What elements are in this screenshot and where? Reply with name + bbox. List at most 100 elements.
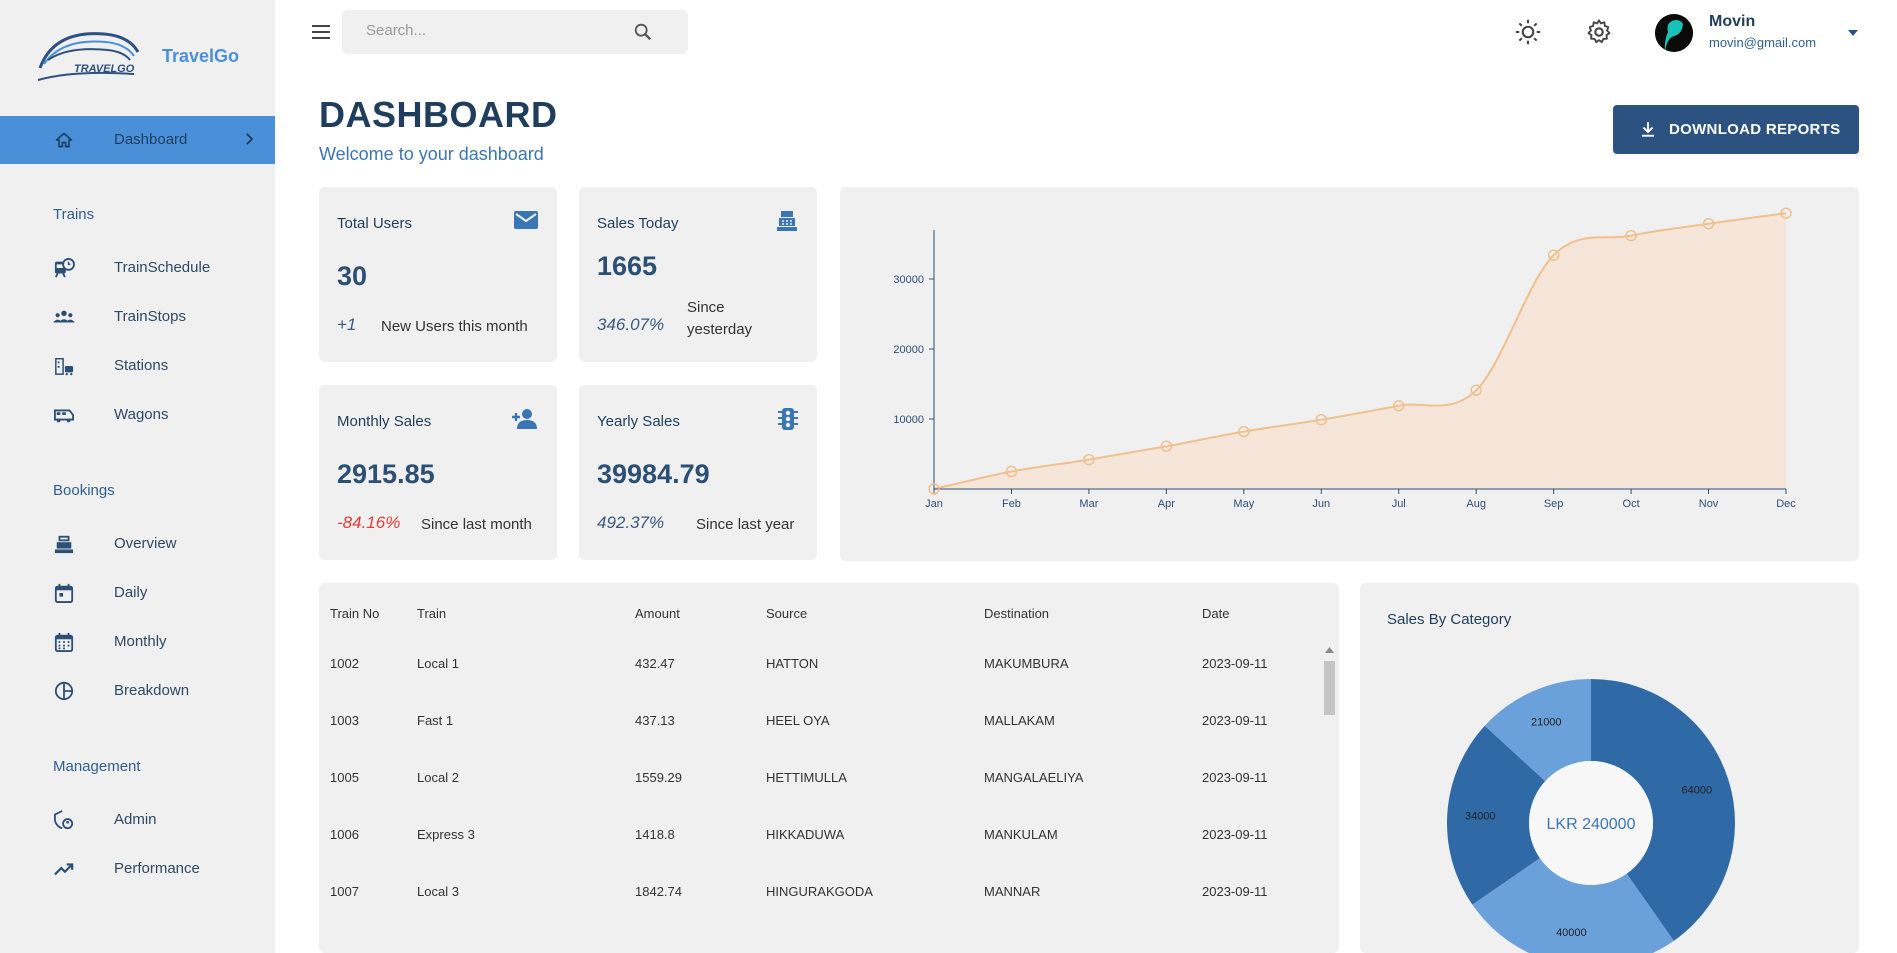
stat-delta: 346.07% bbox=[597, 315, 665, 334]
x-tick-label: Sep bbox=[1544, 498, 1564, 510]
pie-slice-label: 40000 bbox=[1556, 927, 1587, 939]
search-input[interactable] bbox=[366, 22, 626, 39]
person-add-icon bbox=[512, 409, 537, 429]
sidebar-item-label: Dashboard bbox=[114, 131, 188, 148]
x-tick-label: Oct bbox=[1623, 498, 1640, 510]
table-cell: MANKULAM bbox=[984, 827, 1058, 842]
stat-note: Since last month bbox=[421, 516, 532, 533]
table-cell: Local 3 bbox=[417, 884, 459, 899]
table-cell: HETTIMULLA bbox=[766, 770, 847, 785]
sidebar-item-admin[interactable]: Admin bbox=[0, 800, 275, 840]
menu-icon[interactable] bbox=[310, 22, 332, 42]
stat-note: Since yesterday bbox=[687, 299, 753, 338]
train-clock-icon bbox=[54, 258, 75, 278]
sidebar-item-monthly[interactable]: Monthly bbox=[0, 622, 275, 662]
table-cell: 2023-09-11 bbox=[1202, 713, 1268, 728]
stat-value: 30 bbox=[337, 261, 368, 291]
sidebar-item-label: Breakdown bbox=[114, 682, 190, 699]
bookings-table: Train No Train Amount Source Destination Date… bbox=[319, 583, 1339, 953]
x-tick-label: Jan bbox=[925, 498, 943, 510]
avatar-image bbox=[1655, 14, 1693, 52]
sidebar-item-stations[interactable]: Stations bbox=[0, 346, 275, 386]
sidebar-item-breakdown[interactable]: Breakdown bbox=[0, 671, 275, 711]
table-cell: 2023-09-11 bbox=[1202, 827, 1268, 842]
table-cell: MALLAKAM bbox=[984, 713, 1055, 728]
table-cell: 1842.74 bbox=[635, 884, 682, 899]
section-bookings: Bookings bbox=[53, 482, 115, 499]
table-cell: 2023-09-11 bbox=[1202, 884, 1268, 899]
stat-title: Monthly Sales bbox=[337, 413, 432, 430]
column-header[interactable]: Amount bbox=[635, 606, 680, 621]
x-tick-label: Feb bbox=[1002, 498, 1021, 510]
pie-chart-svg: 64000 40000 34000 21000 LKR 240000 bbox=[1447, 679, 1735, 953]
table-row[interactable]: 1007 Local 3 1842.74 HINGURAKGODA MANNAR 2023… bbox=[319, 884, 1319, 904]
column-header[interactable]: Train bbox=[417, 606, 446, 621]
bus-icon bbox=[54, 409, 74, 423]
area-fill bbox=[934, 213, 1786, 489]
table-cell: 2023-09-11 bbox=[1202, 770, 1268, 785]
light-mode-icon[interactable] bbox=[1514, 18, 1542, 46]
stat-title: Total Users bbox=[337, 215, 413, 232]
stat-value: 39984.79 bbox=[597, 459, 710, 489]
table-row[interactable]: 1006 Express 3 1418.8 HIKKADUWA MANKULAM 2023… bbox=[319, 827, 1319, 847]
sidebar-item-label: TrainStops bbox=[114, 308, 186, 325]
stat-card-monthly-sales: Monthly Sales 2915.85 -84.16% Since last… bbox=[319, 385, 557, 560]
sidebar-item-label: Performance bbox=[114, 860, 200, 877]
sidebar-item-trainschedule[interactable]: TrainSchedule bbox=[0, 248, 275, 288]
column-header[interactable]: Destination bbox=[984, 606, 1049, 621]
sidebar-item-performance[interactable]: Performance bbox=[0, 849, 275, 889]
station-icon bbox=[55, 358, 74, 376]
scroll-up-icon[interactable] bbox=[1325, 647, 1334, 653]
table-row[interactable]: 1002 Local 1 432.47 HATTON MAKUMBURA 2023-09-… bbox=[319, 656, 1319, 676]
sidebar-item-dashboard[interactable]: Dashboard bbox=[0, 116, 275, 164]
download-reports-button[interactable]: DOWNLOAD REPORTS bbox=[1613, 105, 1859, 154]
table-scrollbar-thumb[interactable] bbox=[1324, 661, 1335, 715]
table-cell: 437.13 bbox=[635, 713, 675, 728]
x-tick-label: Mar bbox=[1079, 498, 1098, 510]
table-cell: 1007 bbox=[330, 884, 359, 899]
table-row[interactable]: 1005 Local 2 1559.29 HETTIMULLA MANGALAELIYA… bbox=[319, 770, 1319, 790]
sidebar-item-wagons[interactable]: Wagons bbox=[0, 395, 275, 435]
column-header[interactable]: Source bbox=[766, 606, 807, 621]
table-cell: 1005 bbox=[330, 770, 359, 785]
column-header[interactable]: Train No bbox=[330, 606, 379, 621]
table-cell: MANNAR bbox=[984, 884, 1041, 899]
stat-title: Yearly Sales bbox=[597, 413, 680, 430]
register-icon bbox=[54, 535, 74, 554]
chevron-down-icon[interactable] bbox=[1846, 28, 1860, 38]
table-row[interactable]: 1003 Fast 1 437.13 HEEL OYA MALLAKAM 2023-09-… bbox=[319, 713, 1319, 733]
column-header[interactable]: Date bbox=[1202, 606, 1229, 621]
download-reports-label: DOWNLOAD REPORTS bbox=[1669, 121, 1841, 138]
stat-delta: 492.37% bbox=[597, 513, 665, 532]
y-tick-label: 20000 bbox=[893, 344, 924, 356]
table-cell: 1418.8 bbox=[635, 827, 675, 842]
sidebar-item-trainstops[interactable]: TrainStops bbox=[0, 297, 275, 337]
sidebar-item-label: Admin bbox=[114, 811, 157, 828]
table-cell: HINGURAKGODA bbox=[766, 884, 873, 899]
sidebar-item-overview[interactable]: Overview bbox=[0, 524, 275, 564]
section-trains: Trains bbox=[53, 206, 95, 223]
pie-center-label: LKR 240000 bbox=[1547, 816, 1636, 833]
gear-icon[interactable] bbox=[1585, 18, 1613, 46]
stat-note: Since last year bbox=[696, 516, 795, 533]
table-cell: HATTON bbox=[766, 656, 819, 671]
avatar[interactable] bbox=[1655, 14, 1693, 52]
travelgo-logo: TRAVELGO bbox=[37, 32, 140, 81]
table-cell: 1006 bbox=[330, 827, 359, 842]
table-cell: 1559.29 bbox=[635, 770, 682, 785]
svg-text:TRAVELGO: TRAVELGO bbox=[74, 63, 135, 75]
search-icon[interactable] bbox=[632, 21, 654, 43]
table-cell: MAKUMBURA bbox=[984, 656, 1069, 671]
groups-icon bbox=[53, 310, 75, 323]
sidebar-item-label: Monthly bbox=[114, 633, 167, 650]
home-icon bbox=[55, 132, 73, 148]
table-cell: Local 2 bbox=[417, 770, 459, 785]
table-cell: 2023-09-11 bbox=[1202, 656, 1268, 671]
sidebar-item-daily[interactable]: Daily bbox=[0, 573, 275, 613]
sidebar-item-label: Daily bbox=[114, 584, 148, 601]
page-title: DASHBOARD bbox=[319, 94, 558, 135]
table-cell: 1003 bbox=[330, 713, 359, 728]
stat-delta: -84.16% bbox=[337, 513, 401, 532]
sidebar-item-label: Wagons bbox=[114, 406, 169, 423]
table-cell: HIKKADUWA bbox=[766, 827, 845, 842]
